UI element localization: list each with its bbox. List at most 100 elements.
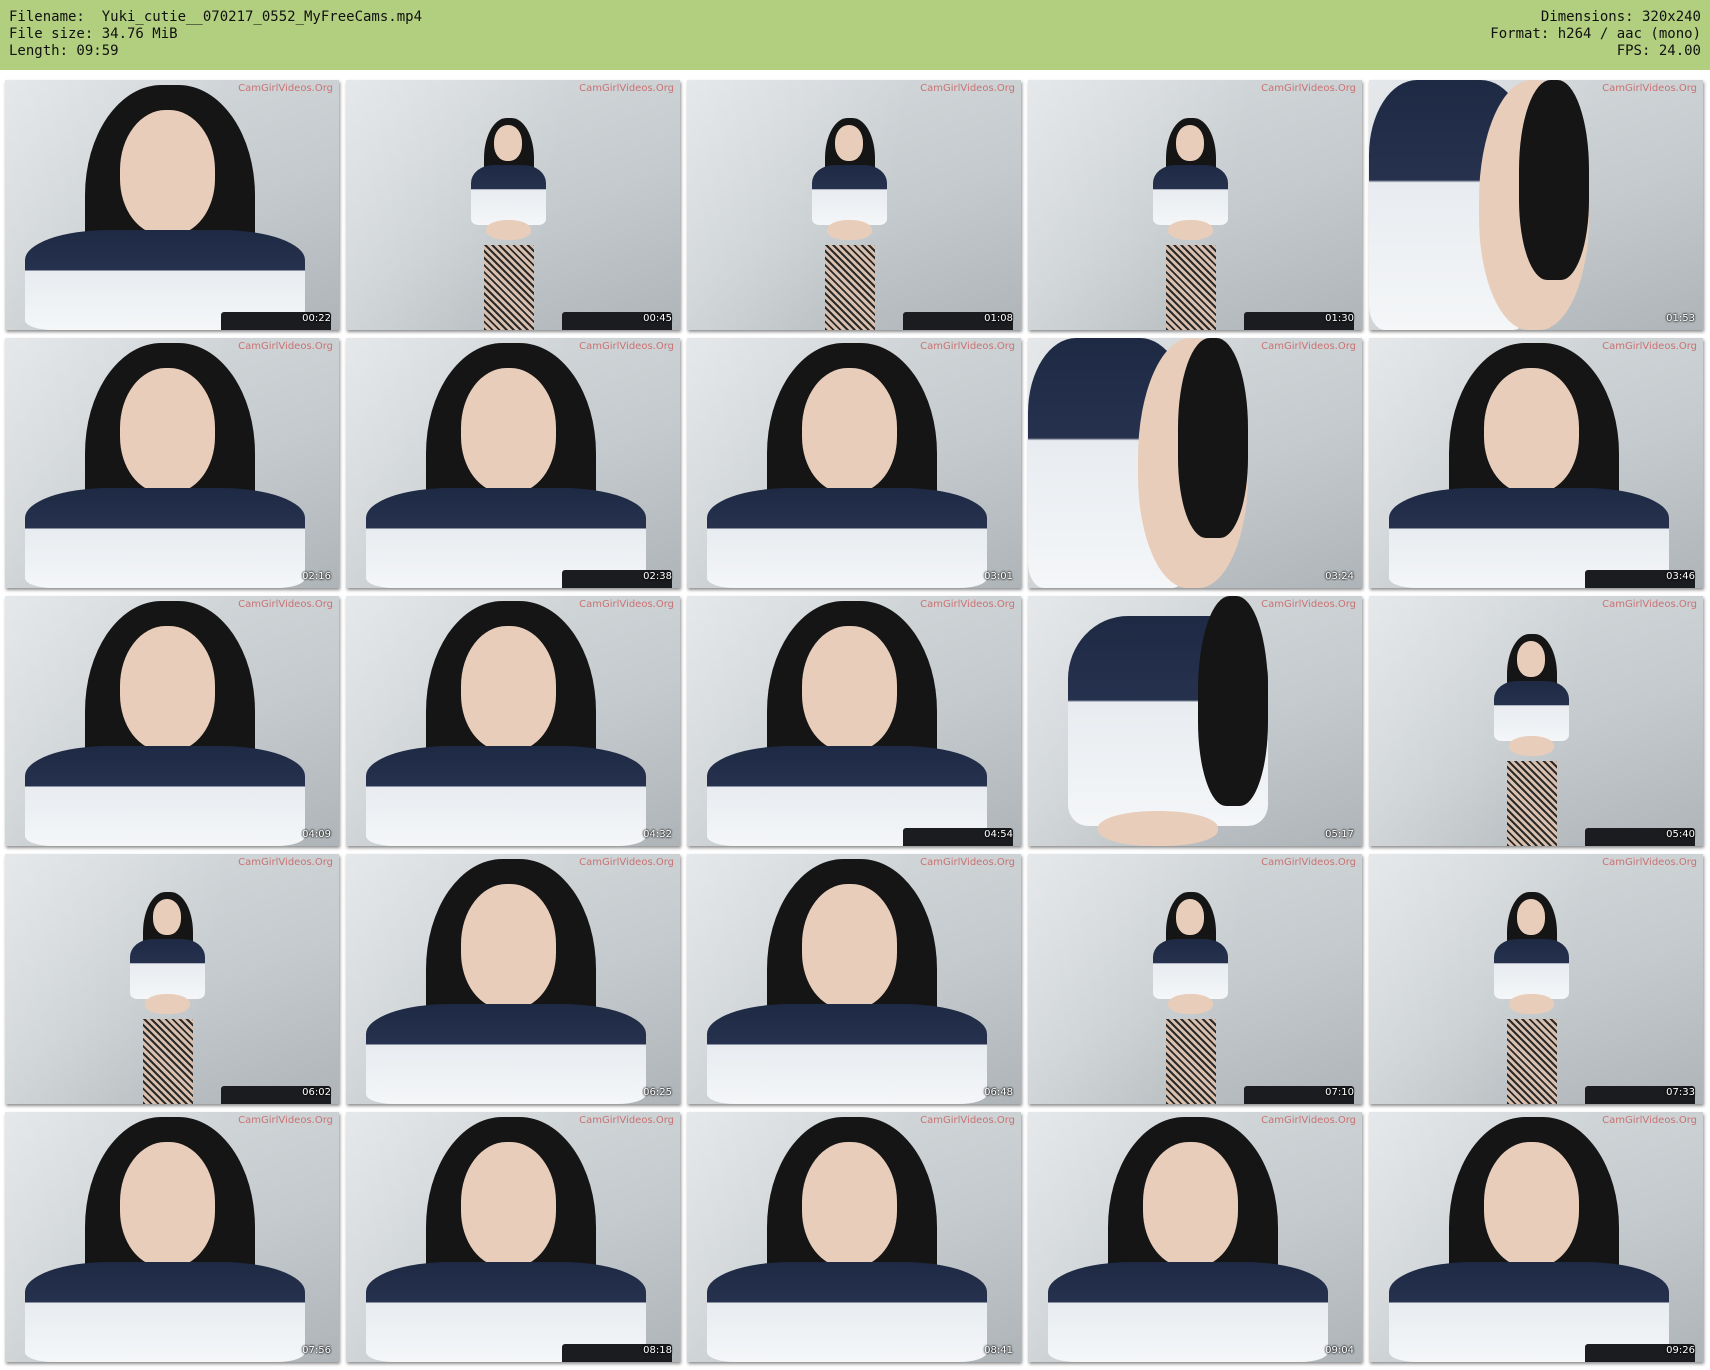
face-shape [120, 110, 215, 235]
video-thumbnail[interactable]: CamGirlVideos.Org 08:18 [346, 1112, 680, 1362]
person-figure [687, 80, 1021, 330]
watermark-logo: CamGirlVideos.Org [238, 341, 333, 352]
video-thumbnail[interactable]: CamGirlVideos.Org 04:32 [346, 596, 680, 846]
video-thumbnail[interactable]: CamGirlVideos.Org 04:09 [5, 596, 339, 846]
person-figure [1369, 596, 1703, 846]
video-thumbnail[interactable]: CamGirlVideos.Org 03:01 [687, 338, 1021, 588]
face-shape [802, 368, 897, 493]
watermark-logo: CamGirlVideos.Org [1602, 83, 1697, 94]
timestamp-label: 04:54 [984, 829, 1013, 840]
watermark-logo: CamGirlVideos.Org [920, 599, 1015, 610]
thumbnail-grid: CamGirlVideos.Org 00:22 CamGirlVideos.Org 0… [0, 0, 1710, 1370]
timestamp-label: 05:17 [1325, 829, 1354, 840]
waist-shape [1168, 994, 1213, 1014]
video-thumbnail[interactable]: CamGirlVideos.Org 04:54 [687, 596, 1021, 846]
face-shape [1517, 641, 1545, 677]
shirt-shape [707, 1262, 987, 1362]
watermark-logo: CamGirlVideos.Org [579, 599, 674, 610]
shirt-shape [25, 746, 305, 846]
face-shape [1176, 899, 1204, 935]
face-shape [835, 125, 863, 161]
legs-shape [1166, 1019, 1216, 1104]
video-thumbnail[interactable]: CamGirlVideos.Org 00:45 [346, 80, 680, 330]
timestamp-label: 03:24 [1325, 571, 1354, 582]
video-thumbnail[interactable]: CamGirlVideos.Org 02:16 [5, 338, 339, 588]
video-thumbnail[interactable]: CamGirlVideos.Org 05:40 [1369, 596, 1703, 846]
watermark-logo: CamGirlVideos.Org [1261, 857, 1356, 868]
waist-shape [1168, 220, 1213, 240]
timestamp-label: 00:22 [302, 313, 331, 324]
face-shape [461, 884, 556, 1009]
person-figure [1369, 854, 1703, 1104]
person-figure [346, 596, 680, 846]
person-figure [1369, 80, 1703, 330]
video-thumbnail[interactable]: CamGirlVideos.Org 00:22 [5, 80, 339, 330]
shirt-shape [25, 488, 305, 588]
person-figure [5, 80, 339, 330]
face-shape [120, 626, 215, 751]
person-figure [687, 1112, 1021, 1362]
legs-shape [484, 245, 534, 330]
legs-shape [825, 245, 875, 330]
hair-shape [1519, 80, 1589, 280]
shirt-shape [1153, 939, 1228, 999]
watermark-logo: CamGirlVideos.Org [238, 1115, 333, 1126]
video-thumbnail[interactable]: CamGirlVideos.Org 05:17 [1028, 596, 1362, 846]
watermark-logo: CamGirlVideos.Org [579, 83, 674, 94]
watermark-logo: CamGirlVideos.Org [1602, 857, 1697, 868]
person-figure [687, 854, 1021, 1104]
face-shape [1484, 368, 1579, 493]
video-thumbnail[interactable]: CamGirlVideos.Org 03:46 [1369, 338, 1703, 588]
video-thumbnail[interactable]: CamGirlVideos.Org 02:38 [346, 338, 680, 588]
timestamp-label: 04:09 [302, 829, 331, 840]
video-thumbnail[interactable]: CamGirlVideos.Org 07:33 [1369, 854, 1703, 1104]
waist-shape [1509, 736, 1554, 756]
shirt-shape [25, 1262, 305, 1362]
face-shape [802, 884, 897, 1009]
video-thumbnail[interactable]: CamGirlVideos.Org 09:04 [1028, 1112, 1362, 1362]
person-figure [346, 80, 680, 330]
waist-shape [1509, 994, 1554, 1014]
person-figure [1028, 338, 1362, 588]
watermark-logo: CamGirlVideos.Org [579, 857, 674, 868]
watermark-logo: CamGirlVideos.Org [1261, 83, 1356, 94]
person-figure [1028, 596, 1362, 846]
face-shape [1484, 1142, 1579, 1267]
video-thumbnail[interactable]: CamGirlVideos.Org 01:53 [1369, 80, 1703, 330]
person-figure [1028, 854, 1362, 1104]
video-thumbnail[interactable]: CamGirlVideos.Org 07:10 [1028, 854, 1362, 1104]
person-figure [346, 1112, 680, 1362]
video-thumbnail[interactable]: CamGirlVideos.Org 03:24 [1028, 338, 1362, 588]
video-thumbnail[interactable]: CamGirlVideos.Org 01:30 [1028, 80, 1362, 330]
video-thumbnail[interactable]: CamGirlVideos.Org 06:48 [687, 854, 1021, 1104]
legs-shape [1166, 245, 1216, 330]
person-figure [5, 596, 339, 846]
shirt-shape [366, 746, 646, 846]
timestamp-label: 06:48 [984, 1087, 1013, 1098]
hair-shape [1178, 338, 1248, 538]
video-thumbnail[interactable]: CamGirlVideos.Org 09:26 [1369, 1112, 1703, 1362]
video-thumbnail[interactable]: CamGirlVideos.Org 06:02 [5, 854, 339, 1104]
watermark-logo: CamGirlVideos.Org [920, 1115, 1015, 1126]
shirt-shape [1153, 165, 1228, 225]
timestamp-label: 01:53 [1666, 313, 1695, 324]
person-figure [1369, 338, 1703, 588]
timestamp-label: 04:32 [643, 829, 672, 840]
video-thumbnail[interactable]: CamGirlVideos.Org 06:25 [346, 854, 680, 1104]
timestamp-label: 08:18 [643, 1345, 672, 1356]
timestamp-label: 09:04 [1325, 1345, 1354, 1356]
person-figure [1028, 1112, 1362, 1362]
timestamp-label: 07:10 [1325, 1087, 1354, 1098]
person-figure [687, 338, 1021, 588]
timestamp-label: 01:08 [984, 313, 1013, 324]
person-figure [1028, 80, 1362, 330]
face-shape [120, 1142, 215, 1267]
video-thumbnail[interactable]: CamGirlVideos.Org 08:41 [687, 1112, 1021, 1362]
shirt-shape [812, 165, 887, 225]
waist-shape [827, 220, 872, 240]
person-figure [687, 596, 1021, 846]
face-shape [1176, 125, 1204, 161]
video-thumbnail[interactable]: CamGirlVideos.Org 01:08 [687, 80, 1021, 330]
video-thumbnail[interactable]: CamGirlVideos.Org 07:56 [5, 1112, 339, 1362]
hair-shape [1198, 596, 1268, 806]
